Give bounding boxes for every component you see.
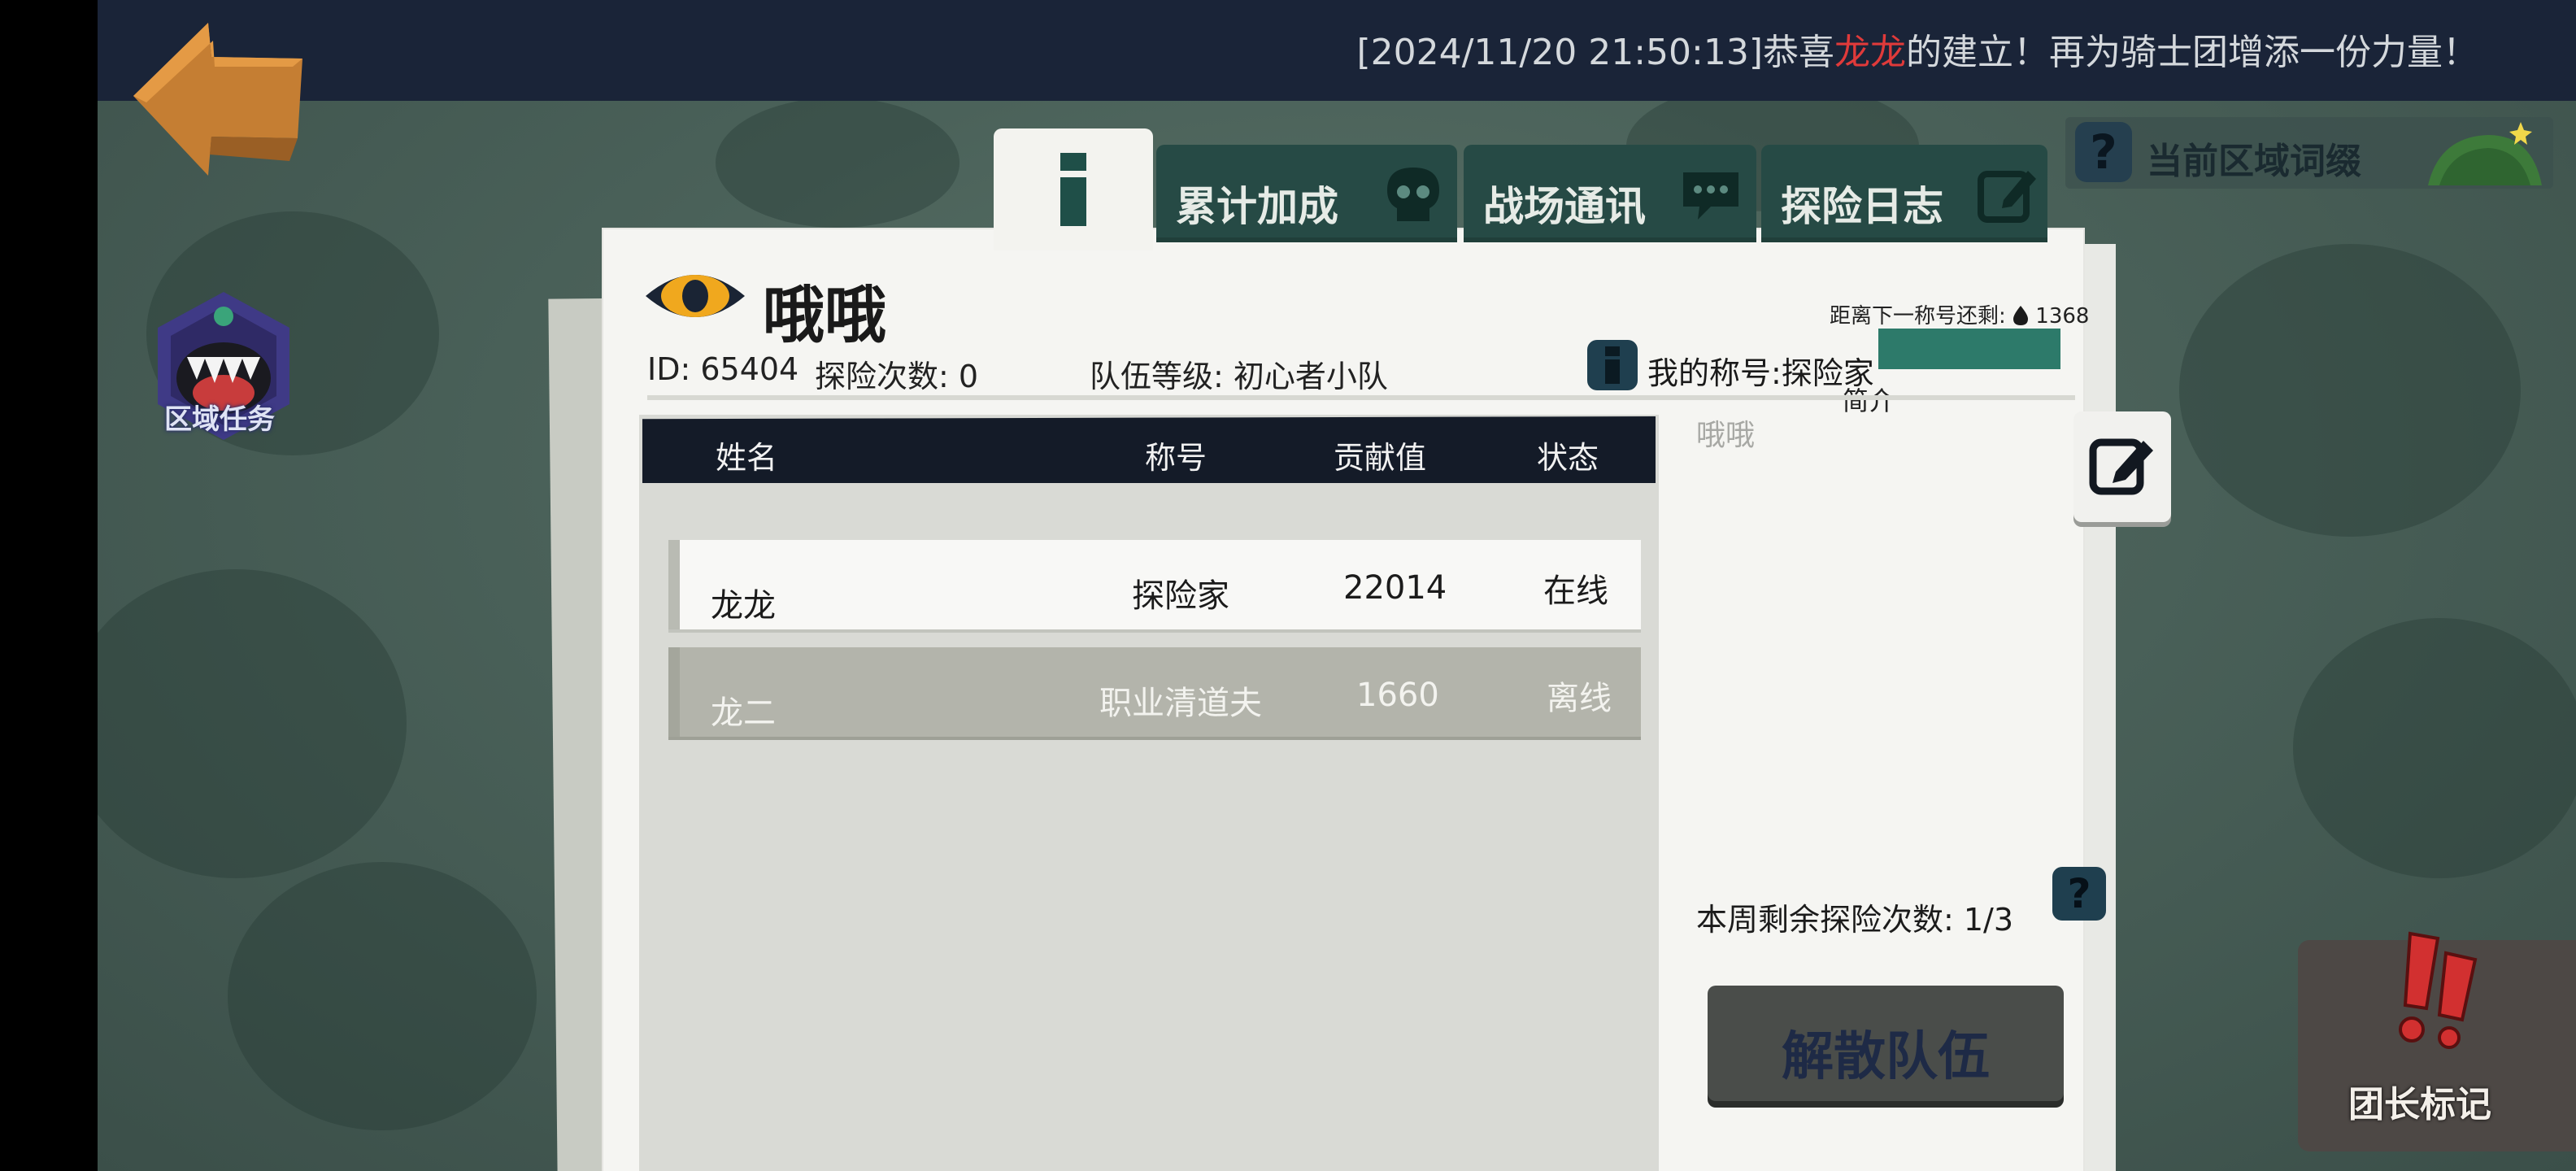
tab-cumulative-bonus[interactable]: 累计加成 (1156, 145, 1457, 242)
column-header-name: 姓名 (716, 440, 778, 476)
table-row[interactable]: 龙二 职业清道夫 1660 离线 (668, 647, 1641, 737)
column-header-title: 称号 (1145, 440, 1208, 476)
edit-intro-button[interactable] (2073, 411, 2171, 522)
team-name: 哦哦 (763, 279, 886, 351)
weekly-expeditions-remaining: 本周剩余探险次数: 1/3 (1696, 902, 2014, 938)
disband-team-button[interactable]: 解散队伍 (1708, 986, 2064, 1101)
team-level: 队伍等级: 初心者小队 (1090, 359, 1388, 394)
info-badge-icon (1587, 340, 1638, 390)
skull-icon (1387, 168, 1439, 221)
member-title: 职业清道夫 (1099, 685, 1262, 722)
header-divider (647, 395, 2075, 400)
area-affix-button[interactable]: ? 当前区域词缀 (2065, 117, 2553, 189)
leader-mark-label: 团长标记 (2348, 1084, 2491, 1125)
row-accent (668, 540, 680, 629)
help-icon[interactable]: ? (2052, 867, 2106, 921)
member-contribution: 22014 (1343, 569, 1447, 607)
help-icon: ? (2075, 122, 2132, 182)
back-arrow-button[interactable] (130, 16, 309, 187)
tab-team-info[interactable] (994, 128, 1153, 250)
column-header-contribution: 贡献值 (1334, 440, 1427, 476)
area-affix-label: 当前区域词缀 (2147, 141, 2361, 182)
region-task-label: 区域任务 (164, 403, 275, 436)
back-arrow-icon (133, 23, 302, 176)
leader-mark-button[interactable]: 团长标记 (2298, 931, 2576, 1151)
member-table (639, 415, 1659, 1171)
my-title: 我的称号:探险家 (1647, 355, 1874, 391)
table-row[interactable]: 龙龙 探险家 22014 在线 (668, 540, 1641, 629)
edit-icon (2089, 438, 2153, 495)
column-header-status: 状态 (1537, 440, 1599, 476)
member-title: 探险家 (1132, 577, 1229, 615)
top-announcement-bar: [2024/11/20 21:50:13]恭喜龙龙的建立！再为骑士团增添一份力量… (98, 0, 2576, 101)
member-status: 离线 (1547, 680, 1612, 717)
green-mound-icon (2428, 122, 2542, 185)
team-eye-emblem-icon (646, 275, 745, 317)
title-progress-bar (1878, 329, 2060, 369)
row-accent (668, 647, 680, 737)
drop-icon (2013, 306, 2029, 325)
chat-icon (1683, 172, 1738, 220)
edit-icon (1978, 171, 2036, 223)
member-status: 在线 (1543, 572, 1608, 610)
team-id: ID: 65404 (647, 351, 799, 387)
exclamation-icon (2399, 931, 2478, 1049)
broadcast-message: [2024/11/20 21:50:13]恭喜龙龙的建立！再为骑士团增添一份力量… (1356, 32, 2478, 73)
game-screen: [2024/11/20 21:50:13]恭喜龙龙的建立！再为骑士团增添一份力量… (0, 0, 2576, 1171)
team-intro-text: 哦哦 (1696, 419, 1756, 452)
member-contribution: 1660 (1356, 677, 1439, 714)
tab-battlefield-comms[interactable]: 战场通讯 (1464, 145, 1756, 242)
expedition-count: 探险次数: 0 (815, 359, 979, 394)
member-name: 龙龙 (711, 587, 776, 625)
info-icon (1060, 153, 1086, 226)
broadcast-highlight-name: 龙龙 (1834, 32, 1906, 73)
next-title-progress: 距离下一称号还剩: 1368 (1830, 304, 2090, 329)
member-name: 龙二 (711, 694, 776, 732)
tab-expedition-log[interactable]: 探险日志 (1761, 145, 2047, 242)
disband-team-label: 解散队伍 (1782, 1027, 1990, 1087)
